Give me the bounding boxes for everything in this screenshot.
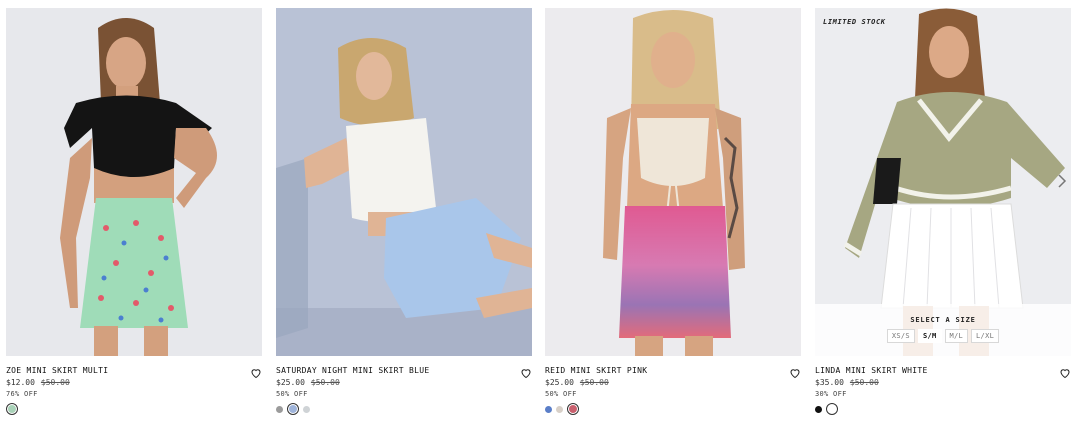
product-image[interactable] xyxy=(6,8,262,356)
color-swatch[interactable] xyxy=(276,405,283,413)
size-selector-title: SELECT A SIZE xyxy=(910,316,976,324)
limited-stock-badge: LIMITED STOCK xyxy=(823,18,886,26)
product-title[interactable]: LINDA MINI SKIRT WHITE xyxy=(815,366,928,375)
price-row: $35.00 $50.00 xyxy=(815,378,879,387)
product-card[interactable]: SATURDAY NIGHT MINI SKIRT BLUE $25.00 $50… xyxy=(276,8,532,418)
discount-label: 30% OFF xyxy=(815,390,847,398)
heart-icon[interactable] xyxy=(520,364,532,379)
product-card[interactable]: ZOE MINI SKIRT MULTI $12.00 $50.00 76% OF… xyxy=(6,8,262,418)
size-selector: SELECT A SIZE XS/S S/M M/L L/XL xyxy=(815,304,1071,356)
color-swatches xyxy=(276,402,310,416)
product-title[interactable]: SATURDAY NIGHT MINI SKIRT BLUE xyxy=(276,366,430,375)
original-price: $50.00 xyxy=(310,378,340,387)
sale-price: $25.00 xyxy=(545,378,574,387)
color-swatch[interactable] xyxy=(567,403,579,415)
product-card[interactable]: LIMITED STOCK SELECT A SIZE XS/S S/M M/L… xyxy=(815,8,1071,418)
price-row: $25.00 $50.00 xyxy=(545,378,609,387)
price-row: $12.00 $50.00 xyxy=(6,378,70,387)
product-image[interactable]: LIMITED STOCK SELECT A SIZE XS/S S/M M/L… xyxy=(815,8,1071,356)
sale-price: $12.00 xyxy=(6,378,35,387)
color-swatch[interactable] xyxy=(287,403,299,415)
product-image[interactable] xyxy=(276,8,532,356)
product-image[interactable] xyxy=(545,8,801,356)
product-card[interactable]: REID MINI SKIRT PINK $25.00 $50.00 50% OF… xyxy=(545,8,801,418)
original-price: $50.00 xyxy=(849,378,879,387)
color-swatch[interactable] xyxy=(303,405,310,413)
color-swatches xyxy=(6,402,18,416)
chevron-right-icon[interactable] xyxy=(1057,174,1067,188)
color-swatch[interactable] xyxy=(6,403,18,415)
size-option-m-l[interactable]: M/L xyxy=(944,329,969,343)
color-swatch[interactable] xyxy=(826,403,838,415)
discount-label: 50% OFF xyxy=(545,390,577,398)
heart-icon[interactable] xyxy=(789,364,801,379)
discount-label: 50% OFF xyxy=(276,390,308,398)
product-title[interactable]: REID MINI SKIRT PINK xyxy=(545,366,647,375)
color-swatches xyxy=(545,402,579,416)
original-price: $50.00 xyxy=(40,378,70,387)
sale-price: $35.00 xyxy=(815,378,844,387)
original-price: $50.00 xyxy=(579,378,609,387)
color-swatch[interactable] xyxy=(556,405,563,413)
product-title[interactable]: ZOE MINI SKIRT MULTI xyxy=(6,366,108,375)
discount-label: 76% OFF xyxy=(6,390,38,398)
heart-icon[interactable] xyxy=(250,364,262,379)
heart-icon[interactable] xyxy=(1059,364,1071,379)
product-grid: ZOE MINI SKIRT MULTI $12.00 $50.00 76% OF… xyxy=(6,8,1074,418)
size-option-s-m[interactable]: S/M xyxy=(917,329,942,343)
sale-price: $25.00 xyxy=(276,378,305,387)
size-options: XS/S S/M M/L L/XL xyxy=(815,329,1071,343)
color-swatches xyxy=(815,402,838,416)
size-option-l-xl[interactable]: L/XL xyxy=(971,329,1000,343)
size-option-xs-s[interactable]: XS/S xyxy=(886,329,915,343)
color-swatch[interactable] xyxy=(815,405,822,413)
color-swatch[interactable] xyxy=(545,405,552,413)
price-row: $25.00 $50.00 xyxy=(276,378,340,387)
